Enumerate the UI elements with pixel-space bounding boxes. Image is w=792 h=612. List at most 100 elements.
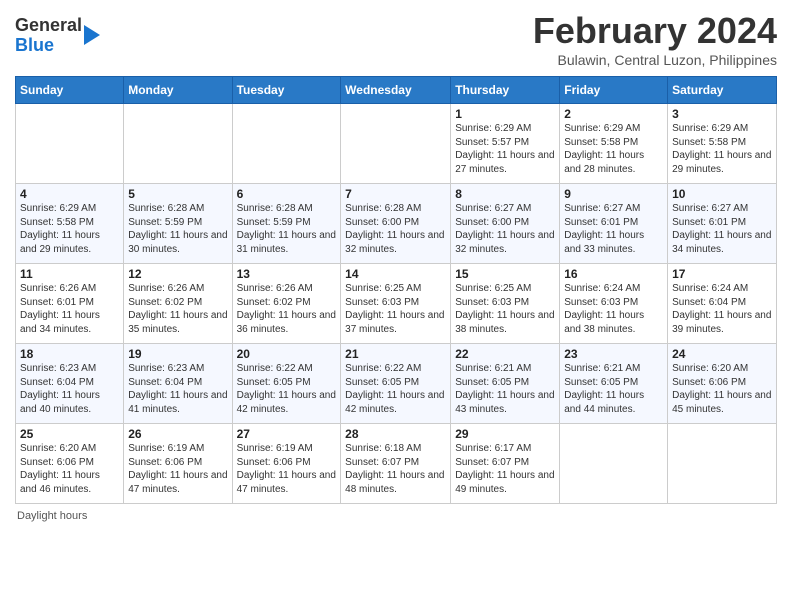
calendar-cell: 19Sunrise: 6:23 AM Sunset: 6:04 PM Dayli…: [124, 344, 232, 424]
day-number: 22: [455, 347, 555, 361]
day-number: 27: [237, 427, 337, 441]
calendar-cell: 14Sunrise: 6:25 AM Sunset: 6:03 PM Dayli…: [341, 264, 451, 344]
day-info: Sunrise: 6:24 AM Sunset: 6:03 PM Dayligh…: [564, 282, 663, 336]
calendar-cell: 13Sunrise: 6:26 AM Sunset: 6:02 PM Dayli…: [232, 264, 341, 344]
calendar-cell: 26Sunrise: 6:19 AM Sunset: 6:06 PM Dayli…: [124, 424, 232, 504]
day-info: Sunrise: 6:26 AM Sunset: 6:02 PM Dayligh…: [237, 282, 337, 336]
day-info: Sunrise: 6:27 AM Sunset: 6:01 PM Dayligh…: [564, 202, 663, 256]
day-info: Sunrise: 6:21 AM Sunset: 6:05 PM Dayligh…: [564, 362, 663, 416]
day-info: Sunrise: 6:20 AM Sunset: 6:06 PM Dayligh…: [672, 362, 772, 416]
day-number: 25: [20, 427, 119, 441]
day-info: Sunrise: 6:19 AM Sunset: 6:06 PM Dayligh…: [237, 442, 337, 496]
calendar-cell: 15Sunrise: 6:25 AM Sunset: 6:03 PM Dayli…: [451, 264, 560, 344]
day-number: 3: [672, 107, 772, 121]
calendar-cell: 11Sunrise: 6:26 AM Sunset: 6:01 PM Dayli…: [16, 264, 124, 344]
calendar-week-row: 11Sunrise: 6:26 AM Sunset: 6:01 PM Dayli…: [16, 264, 777, 344]
logo-arrow-icon: [84, 25, 100, 45]
footer-text: Daylight hours: [17, 510, 87, 522]
day-info: Sunrise: 6:26 AM Sunset: 6:01 PM Dayligh…: [20, 282, 119, 336]
weekday-header-cell: Sunday: [16, 77, 124, 104]
day-info: Sunrise: 6:25 AM Sunset: 6:03 PM Dayligh…: [455, 282, 555, 336]
day-number: 7: [345, 187, 446, 201]
day-number: 5: [128, 187, 227, 201]
weekday-header-cell: Tuesday: [232, 77, 341, 104]
day-number: 2: [564, 107, 663, 121]
calendar-cell: 24Sunrise: 6:20 AM Sunset: 6:06 PM Dayli…: [668, 344, 777, 424]
day-number: 8: [455, 187, 555, 201]
location-label: Bulawin, Central Luzon, Philippines: [533, 52, 777, 68]
calendar-cell: [560, 424, 668, 504]
calendar-cell: 22Sunrise: 6:21 AM Sunset: 6:05 PM Dayli…: [451, 344, 560, 424]
day-info: Sunrise: 6:23 AM Sunset: 6:04 PM Dayligh…: [128, 362, 227, 416]
calendar-week-row: 18Sunrise: 6:23 AM Sunset: 6:04 PM Dayli…: [16, 344, 777, 424]
day-number: 14: [345, 267, 446, 281]
day-number: 28: [345, 427, 446, 441]
calendar-cell: 2Sunrise: 6:29 AM Sunset: 5:58 PM Daylig…: [560, 104, 668, 184]
calendar-cell: 7Sunrise: 6:28 AM Sunset: 6:00 PM Daylig…: [341, 184, 451, 264]
calendar-cell: 1Sunrise: 6:29 AM Sunset: 5:57 PM Daylig…: [451, 104, 560, 184]
day-info: Sunrise: 6:21 AM Sunset: 6:05 PM Dayligh…: [455, 362, 555, 416]
calendar-cell: 4Sunrise: 6:29 AM Sunset: 5:58 PM Daylig…: [16, 184, 124, 264]
calendar-cell: 28Sunrise: 6:18 AM Sunset: 6:07 PM Dayli…: [341, 424, 451, 504]
calendar-cell: [668, 424, 777, 504]
weekday-header-cell: Saturday: [668, 77, 777, 104]
day-number: 11: [20, 267, 119, 281]
day-info: Sunrise: 6:29 AM Sunset: 5:58 PM Dayligh…: [564, 122, 663, 176]
calendar-body: 1Sunrise: 6:29 AM Sunset: 5:57 PM Daylig…: [16, 104, 777, 504]
logo: GeneralBlue: [15, 16, 100, 56]
calendar-week-row: 1Sunrise: 6:29 AM Sunset: 5:57 PM Daylig…: [16, 104, 777, 184]
day-info: Sunrise: 6:27 AM Sunset: 6:00 PM Dayligh…: [455, 202, 555, 256]
day-number: 6: [237, 187, 337, 201]
calendar-cell: 29Sunrise: 6:17 AM Sunset: 6:07 PM Dayli…: [451, 424, 560, 504]
day-info: Sunrise: 6:17 AM Sunset: 6:07 PM Dayligh…: [455, 442, 555, 496]
day-number: 10: [672, 187, 772, 201]
calendar-cell: 5Sunrise: 6:28 AM Sunset: 5:59 PM Daylig…: [124, 184, 232, 264]
day-number: 17: [672, 267, 772, 281]
day-number: 13: [237, 267, 337, 281]
day-info: Sunrise: 6:29 AM Sunset: 5:58 PM Dayligh…: [672, 122, 772, 176]
page-header: GeneralBlue February 2024 Bulawin, Centr…: [15, 10, 777, 68]
day-info: Sunrise: 6:22 AM Sunset: 6:05 PM Dayligh…: [345, 362, 446, 416]
day-number: 29: [455, 427, 555, 441]
calendar-week-row: 25Sunrise: 6:20 AM Sunset: 6:06 PM Dayli…: [16, 424, 777, 504]
day-number: 26: [128, 427, 227, 441]
calendar-cell: 21Sunrise: 6:22 AM Sunset: 6:05 PM Dayli…: [341, 344, 451, 424]
day-info: Sunrise: 6:18 AM Sunset: 6:07 PM Dayligh…: [345, 442, 446, 496]
day-info: Sunrise: 6:20 AM Sunset: 6:06 PM Dayligh…: [20, 442, 119, 496]
calendar-cell: 16Sunrise: 6:24 AM Sunset: 6:03 PM Dayli…: [560, 264, 668, 344]
day-number: 24: [672, 347, 772, 361]
calendar-cell: [341, 104, 451, 184]
day-info: Sunrise: 6:19 AM Sunset: 6:06 PM Dayligh…: [128, 442, 227, 496]
calendar-week-row: 4Sunrise: 6:29 AM Sunset: 5:58 PM Daylig…: [16, 184, 777, 264]
day-number: 12: [128, 267, 227, 281]
day-number: 1: [455, 107, 555, 121]
day-number: 16: [564, 267, 663, 281]
calendar-cell: 6Sunrise: 6:28 AM Sunset: 5:59 PM Daylig…: [232, 184, 341, 264]
footer-note: Daylight hours: [15, 510, 777, 522]
day-number: 20: [237, 347, 337, 361]
day-info: Sunrise: 6:29 AM Sunset: 5:58 PM Dayligh…: [20, 202, 119, 256]
calendar-cell: [16, 104, 124, 184]
day-number: 23: [564, 347, 663, 361]
logo-text: GeneralBlue: [15, 16, 100, 56]
weekday-header-cell: Wednesday: [341, 77, 451, 104]
day-info: Sunrise: 6:28 AM Sunset: 5:59 PM Dayligh…: [128, 202, 227, 256]
day-number: 9: [564, 187, 663, 201]
weekday-header-cell: Monday: [124, 77, 232, 104]
day-number: 18: [20, 347, 119, 361]
calendar-cell: 3Sunrise: 6:29 AM Sunset: 5:58 PM Daylig…: [668, 104, 777, 184]
day-number: 4: [20, 187, 119, 201]
day-info: Sunrise: 6:27 AM Sunset: 6:01 PM Dayligh…: [672, 202, 772, 256]
calendar-cell: 20Sunrise: 6:22 AM Sunset: 6:05 PM Dayli…: [232, 344, 341, 424]
day-info: Sunrise: 6:23 AM Sunset: 6:04 PM Dayligh…: [20, 362, 119, 416]
day-info: Sunrise: 6:29 AM Sunset: 5:57 PM Dayligh…: [455, 122, 555, 176]
calendar-cell: 8Sunrise: 6:27 AM Sunset: 6:00 PM Daylig…: [451, 184, 560, 264]
day-info: Sunrise: 6:24 AM Sunset: 6:04 PM Dayligh…: [672, 282, 772, 336]
weekday-header-row: SundayMondayTuesdayWednesdayThursdayFrid…: [16, 77, 777, 104]
day-info: Sunrise: 6:28 AM Sunset: 6:00 PM Dayligh…: [345, 202, 446, 256]
calendar-cell: 27Sunrise: 6:19 AM Sunset: 6:06 PM Dayli…: [232, 424, 341, 504]
calendar-cell: 9Sunrise: 6:27 AM Sunset: 6:01 PM Daylig…: [560, 184, 668, 264]
weekday-header-cell: Thursday: [451, 77, 560, 104]
calendar-cell: 10Sunrise: 6:27 AM Sunset: 6:01 PM Dayli…: [668, 184, 777, 264]
day-number: 15: [455, 267, 555, 281]
